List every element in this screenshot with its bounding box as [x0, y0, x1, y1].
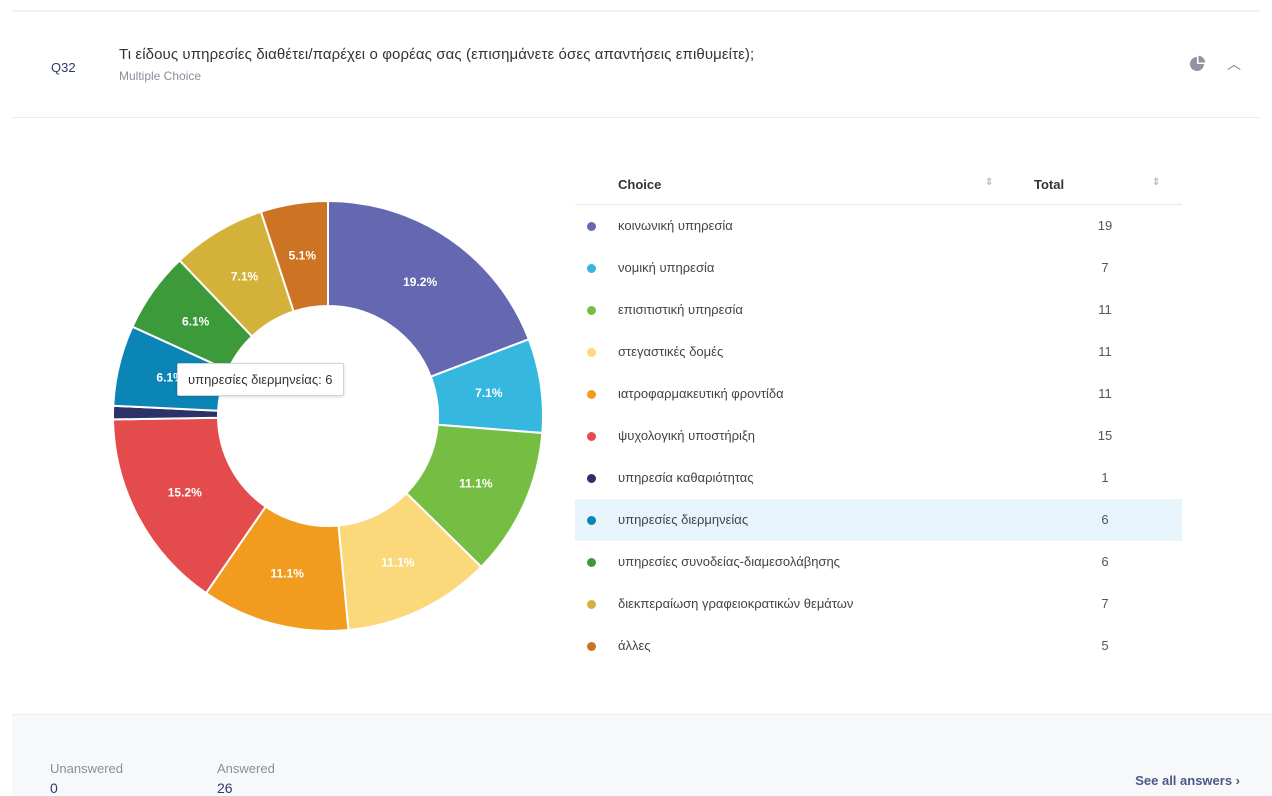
summary-footer: Unanswered 0 Answered 26 See all answers…: [12, 714, 1272, 796]
choices-table: Choice ⇕ Total ⇕ κοινωνική υπηρεσία 19 νομ…: [575, 165, 1182, 667]
choice-label: ιατροφαρμακευτική φροντίδα: [618, 386, 784, 401]
table-row[interactable]: κοινωνική υπηρεσία 19: [575, 205, 1182, 247]
table-body: κοινωνική υπηρεσία 19 νομική υπηρεσία 7 επισ…: [575, 205, 1182, 667]
slice-data-label: 11.1%: [459, 477, 493, 491]
column-header-choice[interactable]: Choice: [618, 177, 661, 192]
donut-chart-svg: 19.2%7.1%11.1%11.1%11.1%15.2%6.1%6.1%7.1…: [112, 199, 544, 632]
pie-chart-icon[interactable]: [1188, 55, 1206, 73]
choice-total: 19: [1097, 218, 1113, 233]
choice-total: 5: [1101, 638, 1109, 653]
header-divider: [12, 117, 1260, 118]
sort-icon-choice[interactable]: ⇕: [985, 177, 993, 188]
column-header-total[interactable]: Total: [1034, 177, 1064, 192]
table-row[interactable]: στεγαστικές δομές 11: [575, 331, 1182, 373]
legend-dot: [587, 306, 596, 315]
slice-data-label: 6.1%: [182, 315, 210, 329]
choice-total: 11: [1098, 302, 1112, 317]
table-row[interactable]: ψυχολογική υποστήριξη 15: [575, 415, 1182, 457]
answered-value: 26: [217, 780, 233, 796]
choice-total: 6: [1101, 512, 1109, 527]
table-row[interactable]: άλλες 5: [575, 625, 1182, 667]
legend-dot: [587, 348, 596, 357]
legend-dot: [587, 264, 596, 273]
question-type: Multiple Choice: [119, 69, 202, 83]
choice-label: κοινωνική υπηρεσία: [618, 218, 733, 233]
choice-total: 7: [1101, 596, 1109, 611]
legend-dot: [587, 390, 596, 399]
question-title: Τι είδους υπηρεσίες διαθέτει/παρέχει ο φ…: [119, 46, 755, 63]
question-number: Q32: [51, 60, 76, 75]
choice-label: ψυχολογική υποστήριξη: [618, 428, 755, 443]
choice-label: στεγαστικές δομές: [618, 344, 724, 359]
legend-dot: [587, 432, 596, 441]
table-row[interactable]: υπηρεσίες διερμηνείας 6: [575, 499, 1182, 541]
choice-label: υπηρεσίες διερμηνείας: [618, 512, 749, 527]
question-header: Q32 Τι είδους υπηρεσίες διαθέτει/παρέχει…: [0, 0, 1272, 118]
chevron-up-icon[interactable]: ︿: [1226, 54, 1242, 74]
table-row[interactable]: υπηρεσία καθαριότητας 1: [575, 457, 1182, 499]
legend-dot: [587, 600, 596, 609]
sort-icon-total[interactable]: ⇕: [1152, 177, 1160, 188]
choice-label: άλλες: [618, 638, 651, 653]
table-row[interactable]: ιατροφαρμακευτική φροντίδα 11: [575, 373, 1182, 415]
choice-label: υπηρεσίες συνοδείας-διαμεσολάβησης: [618, 554, 840, 569]
choice-label: επισιτιστική υπηρεσία: [618, 302, 743, 317]
choice-total: 1: [1101, 470, 1109, 485]
legend-dot: [587, 222, 596, 231]
choice-total: 7: [1101, 260, 1109, 275]
table-row[interactable]: διεκπεραίωση γραφειοκρατικών θεμάτων 7: [575, 583, 1182, 625]
choice-label: νομική υπηρεσία: [618, 260, 715, 275]
slice-data-label: 11.1%: [381, 556, 415, 570]
choice-label: διεκπεραίωση γραφειοκρατικών θεμάτων: [618, 596, 854, 611]
legend-dot: [587, 516, 596, 525]
choice-label: υπηρεσία καθαριότητας: [618, 470, 754, 485]
slice-data-label: 11.1%: [271, 566, 305, 580]
slice-data-label: 15.2%: [168, 486, 202, 500]
legend-dot: [587, 642, 596, 651]
table-row[interactable]: επισιτιστική υπηρεσία 11: [575, 289, 1182, 331]
chart-tooltip: υπηρεσίες διερμηνείας: 6: [177, 363, 344, 396]
choice-total: 11: [1098, 344, 1112, 359]
table-row[interactable]: νομική υπηρεσία 7: [575, 247, 1182, 289]
choice-total: 15: [1097, 428, 1113, 443]
choice-total: 11: [1098, 386, 1112, 401]
choice-total: 6: [1101, 554, 1109, 569]
unanswered-value: 0: [50, 780, 58, 796]
see-all-answers-link[interactable]: See all answers ›: [1135, 773, 1240, 788]
slice-data-label: 7.1%: [231, 270, 259, 284]
table-row[interactable]: υπηρεσίες συνοδείας-διαμεσολάβησης 6: [575, 541, 1182, 583]
slice-data-label: 5.1%: [289, 249, 317, 263]
table-header: Choice ⇕ Total ⇕: [575, 165, 1182, 205]
slice-data-label: 19.2%: [403, 275, 437, 289]
legend-dot: [587, 474, 596, 483]
unanswered-label: Unanswered: [50, 761, 123, 776]
donut-chart: 19.2% 7.1% 11.1% 11.1% 11.1% 15.2% 6.1% 6.1% 7.1…: [108, 196, 548, 636]
unanswered-stat: Unanswered 0: [50, 761, 123, 796]
legend-dot: [587, 558, 596, 567]
slice-data-label: 7.1%: [475, 386, 503, 400]
header-actions: ︿: [1188, 54, 1242, 74]
answered-label: Answered: [217, 761, 275, 776]
answered-stat: Answered 26: [217, 761, 275, 796]
